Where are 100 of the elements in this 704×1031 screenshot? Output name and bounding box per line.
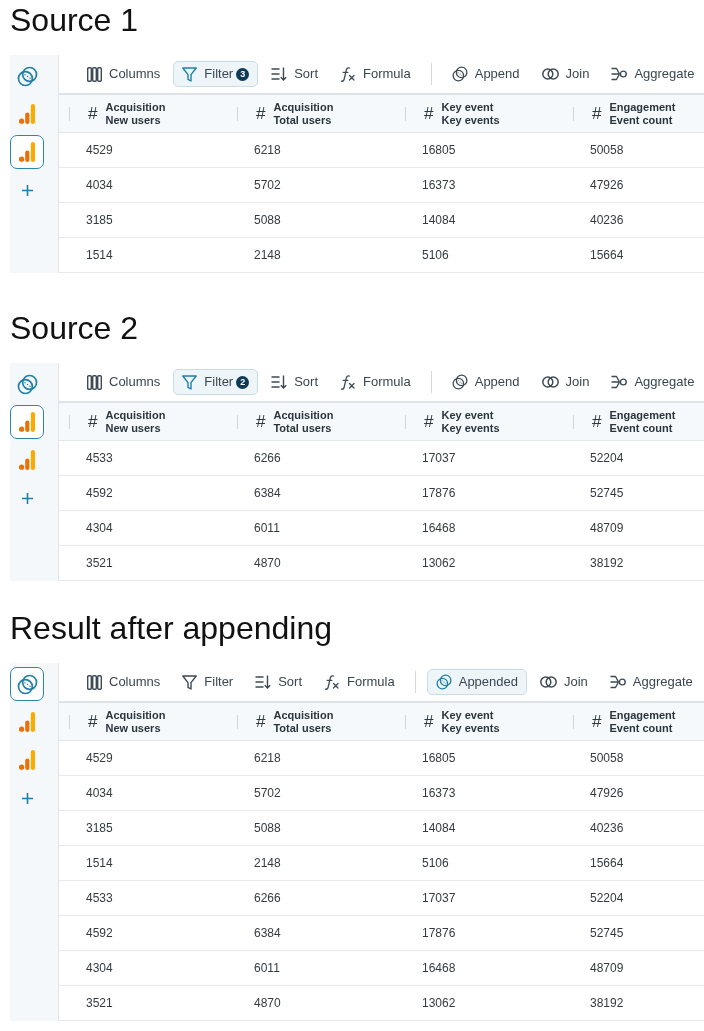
bar-chart-icon	[19, 142, 35, 162]
filter-button[interactable]: Filter 2	[173, 369, 259, 395]
append-button[interactable]: Append	[442, 61, 529, 87]
table-cell-text: 14084	[421, 820, 457, 837]
table-cell-text: 4870	[253, 555, 282, 572]
table-cell-text: 3185	[85, 212, 114, 229]
number-type-symbol: #	[592, 104, 602, 123]
formula-button[interactable]: Formula	[331, 61, 420, 87]
column-label: Key events	[441, 113, 500, 127]
columns-icon	[87, 374, 102, 390]
append-source-button[interactable]	[10, 667, 44, 701]
linked-circles-icon	[16, 65, 38, 87]
table-cell-text: 38192	[589, 995, 625, 1012]
table-cell-text: 5088	[253, 820, 282, 837]
table-cell-text: 48709	[589, 520, 625, 537]
table-cell-text: 52204	[589, 450, 625, 467]
table-cell-text: 4529	[85, 750, 114, 767]
table-cell-text: 6218	[253, 142, 282, 159]
table-cell-text: 17037	[421, 890, 457, 907]
formula-button[interactable]: Formula	[315, 669, 404, 695]
data-source-button[interactable]	[10, 135, 44, 169]
table-cell-text: 52745	[589, 485, 625, 502]
linked-circles-icon	[16, 373, 38, 395]
append-button[interactable]: Append	[442, 369, 529, 395]
table-cell-text: 13062	[421, 555, 457, 572]
table-cell-text: 6011	[253, 520, 281, 537]
converging-lines-icon	[611, 375, 628, 389]
sort-button[interactable]: Sort	[262, 369, 328, 395]
table-cell-text: 5106	[421, 855, 450, 872]
column-label: New users	[105, 421, 162, 435]
table-cell-text: 52204	[589, 890, 625, 907]
number-type-symbol: #	[88, 104, 98, 123]
number-type-symbol: #	[424, 412, 434, 431]
table-cell-text: 16468	[421, 960, 457, 977]
columns-button[interactable]: Columns	[78, 369, 170, 395]
filter-button[interactable]: Filter 3	[173, 61, 259, 87]
table-cell-text: 4529	[85, 142, 114, 159]
sort-icon	[255, 675, 272, 689]
table-cell-text: 5106	[421, 247, 450, 264]
table-cell-text: 40236	[589, 212, 625, 229]
columns-button[interactable]: Columns	[78, 61, 170, 87]
join-button[interactable]: Join	[531, 669, 597, 695]
column-label: Event count	[609, 113, 674, 127]
table-cell-text: 4304	[85, 960, 114, 977]
append-button[interactable]: Appended	[426, 669, 527, 695]
table-cell-text: 4592	[85, 925, 114, 942]
aggregate-button[interactable]: Aggregate	[602, 369, 704, 395]
filter-icon	[182, 674, 198, 690]
table-cell-text: 16805	[421, 142, 457, 159]
aggregate-button[interactable]: Aggregate	[600, 669, 702, 695]
column-group-label: Engagement	[609, 100, 676, 114]
column-group-label: Engagement	[609, 708, 676, 722]
table-cell-text: 4533	[85, 890, 114, 907]
converging-lines-icon	[611, 67, 628, 81]
data-source-button[interactable]	[10, 405, 44, 439]
table-cell-text: 3185	[85, 820, 114, 837]
column-label: Key events	[441, 721, 500, 735]
columns-button[interactable]: Columns	[78, 669, 170, 695]
bar-chart-icon	[19, 412, 35, 432]
number-type-symbol: #	[88, 412, 98, 431]
table-cell-text: 4533	[85, 450, 114, 467]
number-type-symbol: #	[424, 104, 434, 123]
table-cell-text: 6384	[253, 925, 282, 942]
join-button[interactable]: Join	[532, 369, 599, 395]
table-cell-text: 4304	[85, 520, 114, 537]
column-group-label: Acquisition	[105, 100, 166, 114]
function-icon	[324, 674, 341, 690]
number-type-symbol: #	[592, 712, 602, 731]
columns-icon	[87, 66, 102, 82]
table-cell-text: 14084	[421, 212, 457, 229]
column-group-label: Acquisition	[273, 100, 334, 114]
table-cell-text: 47926	[589, 177, 625, 194]
table-cell-text: 4592	[85, 485, 114, 502]
plus-icon	[21, 792, 33, 804]
function-icon	[340, 66, 357, 82]
column-group-label: Engagement	[609, 408, 676, 422]
number-type-symbol: #	[256, 412, 266, 431]
number-type-symbol: #	[88, 712, 98, 731]
linked-circles-icon	[16, 673, 38, 695]
table-cell-text: 13062	[421, 995, 457, 1012]
aggregate-button[interactable]: Aggregate	[602, 61, 704, 87]
filter-button[interactable]: Filter	[173, 669, 243, 695]
table-cell-text: 17876	[421, 485, 457, 502]
plus-icon	[21, 184, 33, 196]
linked-circles-icon	[435, 674, 452, 690]
linked-circles-icon	[451, 374, 468, 390]
table-cell-text: 5702	[253, 177, 282, 194]
sort-button[interactable]: Sort	[246, 669, 312, 695]
column-group-label: Key event	[441, 100, 495, 114]
table-cell-text: 6011	[253, 960, 281, 977]
formula-button[interactable]: Formula	[331, 369, 420, 395]
table-cell-text: 50058	[589, 750, 625, 767]
filter-icon	[182, 374, 198, 390]
column-label: Total users	[273, 113, 333, 127]
section-title: Source 2	[10, 309, 139, 348]
sort-button[interactable]: Sort	[262, 61, 328, 87]
join-button[interactable]: Join	[532, 61, 599, 87]
table-cell-text: 1514	[85, 855, 114, 872]
bar-chart-icon	[19, 104, 35, 124]
overlapping-circles-icon	[540, 676, 557, 688]
